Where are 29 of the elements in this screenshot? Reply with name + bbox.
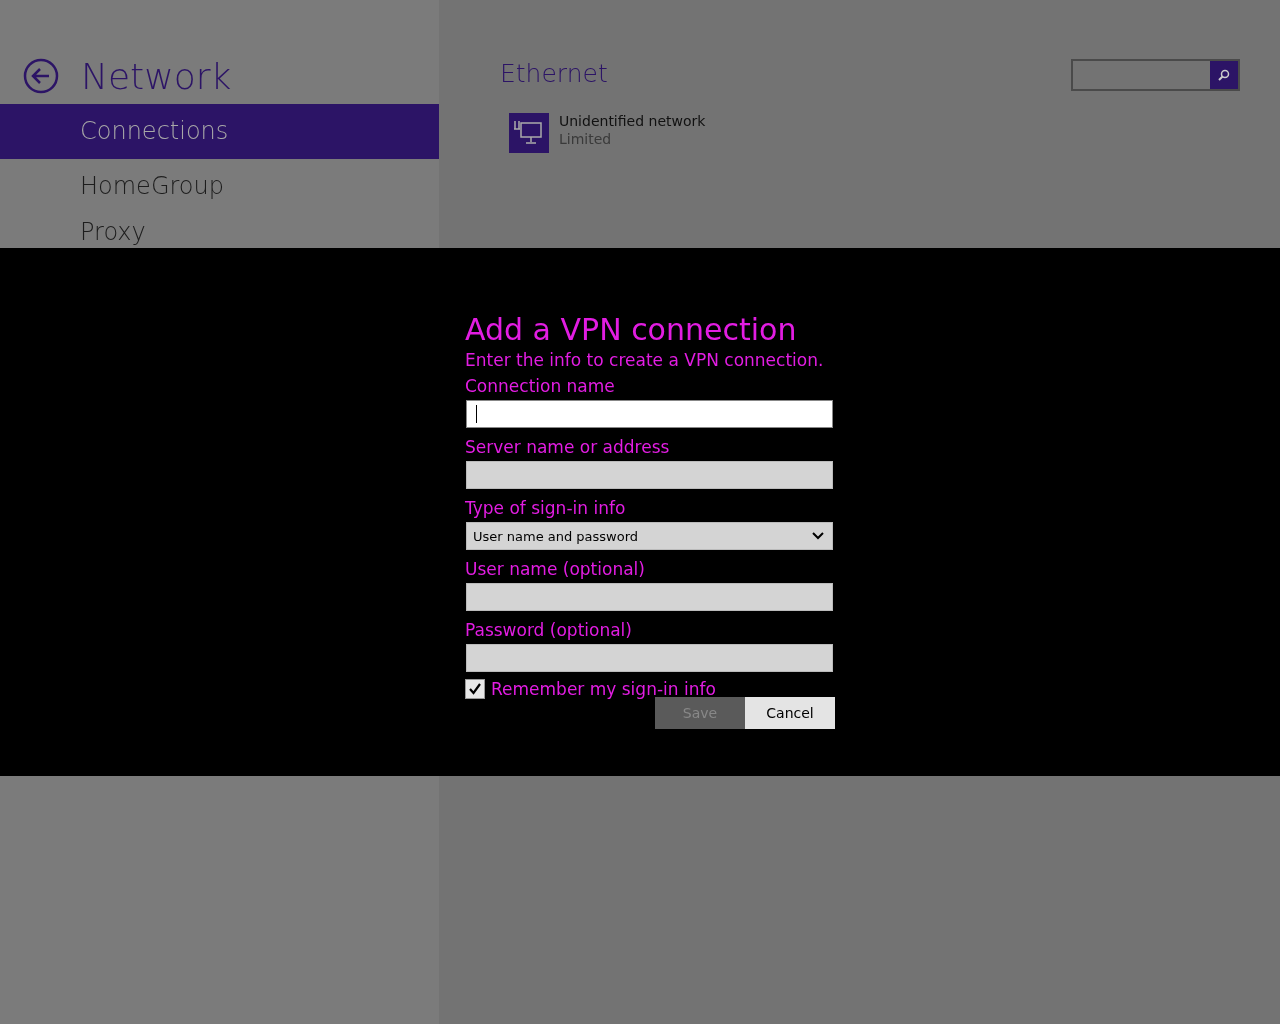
field-label: Password (optional) <box>465 619 633 641</box>
search-field[interactable] <box>1071 59 1240 91</box>
back-icon[interactable] <box>23 58 59 94</box>
search-icon <box>1218 69 1230 81</box>
dialog-title: Add a VPN connection <box>465 312 798 348</box>
network-name: Unidentified network <box>559 113 706 129</box>
input-field[interactable] <box>466 400 833 428</box>
sidebar-item[interactable]: Connections <box>0 104 439 159</box>
field-label: Connection name <box>465 375 616 397</box>
field-label: User name (optional) <box>465 558 646 580</box>
chevron-down-icon <box>812 532 824 540</box>
sidebar-item[interactable]: HomeGroup <box>0 159 439 214</box>
sidebar-item[interactable]: Proxy <box>0 214 439 251</box>
section-heading: Ethernet <box>500 58 608 88</box>
field-label: Type of sign-in info <box>465 497 627 519</box>
input-field[interactable] <box>466 644 833 672</box>
search-button[interactable] <box>1210 61 1238 89</box>
field-label: Server name or address <box>465 436 671 458</box>
checkbox[interactable] <box>465 679 485 699</box>
dropdown[interactable]: User name and password <box>466 522 833 550</box>
input-field[interactable] <box>466 583 833 611</box>
network-status: Limited <box>559 131 613 147</box>
dialog-subtitle: Enter the info to create a VPN connection. <box>465 350 825 370</box>
dropdown-value: User name and password <box>473 528 639 544</box>
checkbox-label: Remember my sign-in info <box>491 679 716 699</box>
input-field[interactable] <box>466 461 833 489</box>
dialog-button[interactable]: Cancel <box>745 697 835 729</box>
page-title: Network <box>81 55 232 97</box>
network-monitor-icon <box>509 113 549 153</box>
